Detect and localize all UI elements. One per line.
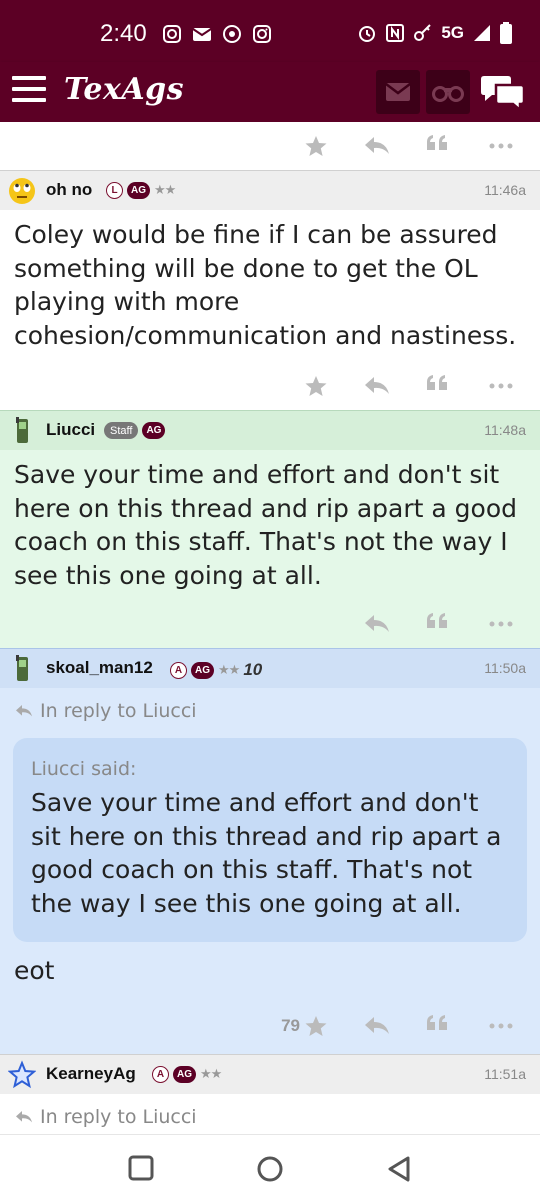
quote-icon[interactable] bbox=[426, 374, 448, 398]
rating-stars: ★★ bbox=[154, 183, 176, 198]
chrome-icon bbox=[223, 25, 241, 43]
quote-icon[interactable] bbox=[426, 134, 448, 158]
rating-stars: ★★ bbox=[200, 1067, 222, 1082]
site-logo[interactable]: TexAgs bbox=[64, 72, 184, 107]
thread-content: oh no L AG ★★ 11:46a Coley would be fine… bbox=[0, 122, 540, 1134]
signal-icon bbox=[474, 25, 490, 41]
network-label: 5G bbox=[441, 23, 464, 42]
status-time: 2:40 bbox=[100, 20, 147, 47]
phone-icon[interactable] bbox=[8, 654, 36, 684]
post-body: Save your time and effort and don't sit … bbox=[14, 460, 517, 590]
star-icon[interactable] bbox=[304, 1014, 328, 1038]
post-time: 11:51a bbox=[484, 1066, 526, 1082]
post-time: 11:46a bbox=[484, 182, 526, 198]
star-icon[interactable] bbox=[304, 134, 328, 158]
rating-stars: ★★ bbox=[218, 662, 240, 678]
post-actions bbox=[0, 362, 540, 410]
post-actions bbox=[0, 122, 540, 170]
instagram-icon bbox=[163, 25, 181, 43]
star-outline-icon[interactable] bbox=[8, 1060, 36, 1090]
recents-icon[interactable] bbox=[128, 1155, 154, 1181]
ag-badge: AG bbox=[127, 182, 150, 199]
home-icon[interactable] bbox=[256, 1155, 284, 1183]
quote-body: Save your time and effort and don't sit … bbox=[31, 788, 502, 918]
more-icon[interactable] bbox=[488, 374, 514, 398]
user-badges: Staff AG bbox=[104, 422, 166, 439]
reply-to-link[interactable]: In reply to Liucci bbox=[0, 688, 540, 722]
more-icon[interactable] bbox=[488, 134, 514, 158]
quote-icon[interactable] bbox=[426, 612, 448, 636]
reply-icon bbox=[16, 1111, 32, 1123]
post: KearneyAg A AG ★★ 11:51a In reply to Liu… bbox=[0, 1054, 540, 1128]
user-badges: A AG ★★ 10 bbox=[170, 660, 262, 680]
reply-to-label: In reply to Liucci bbox=[40, 700, 197, 722]
post-actions bbox=[0, 600, 540, 648]
post-actions: 79 bbox=[0, 998, 540, 1054]
reply-to-label: In reply to Liucci bbox=[40, 1106, 197, 1128]
reply-icon[interactable] bbox=[364, 612, 390, 636]
post: skoal_man12 A AG ★★ 10 11:50a In reply t… bbox=[0, 648, 540, 1054]
more-icon[interactable] bbox=[488, 612, 514, 636]
post-body: Coley would be fine if I can be assured … bbox=[14, 220, 517, 350]
more-icon[interactable] bbox=[488, 1014, 514, 1038]
star-icon[interactable] bbox=[304, 374, 328, 398]
notification-icons bbox=[162, 24, 272, 44]
watchlist-button[interactable] bbox=[426, 70, 470, 114]
post-header: oh no L AG ★★ 11:46a bbox=[0, 170, 540, 210]
post: Liucci Staff AG 11:48a Save your time an… bbox=[0, 410, 540, 648]
mail-icon bbox=[192, 28, 212, 41]
username[interactable]: skoal_man12 bbox=[46, 658, 153, 678]
username[interactable]: Liucci bbox=[46, 420, 95, 440]
chat-icon bbox=[481, 76, 526, 113]
chat-button[interactable] bbox=[480, 72, 526, 113]
ag-badge: AG bbox=[191, 661, 214, 679]
messages-button[interactable] bbox=[376, 70, 420, 114]
reply-icon[interactable] bbox=[364, 374, 390, 398]
username[interactable]: oh no bbox=[46, 180, 92, 200]
ten-year-badge: 10 bbox=[243, 660, 263, 679]
post-time: 11:50a bbox=[484, 660, 526, 676]
quote-block: Liucci said: Save your time and effort a… bbox=[13, 738, 527, 942]
post: oh no L AG ★★ 11:46a Coley would be fine… bbox=[0, 170, 540, 410]
phone-icon[interactable] bbox=[8, 416, 36, 446]
app-header: TexAgs bbox=[0, 62, 540, 122]
quote-icon[interactable] bbox=[426, 1014, 448, 1038]
l-badge: L bbox=[106, 182, 123, 199]
a-badge: A bbox=[152, 1066, 169, 1083]
reply-icon bbox=[16, 705, 32, 717]
a-badge: A bbox=[170, 661, 187, 679]
staff-badge: Staff bbox=[104, 422, 139, 439]
user-badges: L AG ★★ bbox=[106, 182, 176, 199]
binoculars-icon bbox=[432, 86, 464, 102]
nfc-icon bbox=[386, 24, 405, 42]
battery-icon bbox=[500, 22, 512, 44]
ag-badge: AG bbox=[142, 422, 166, 439]
key-icon bbox=[414, 24, 432, 41]
like-count: 79 bbox=[281, 1016, 300, 1035]
mail-icon bbox=[385, 83, 411, 101]
user-badges: A AG ★★ bbox=[152, 1066, 222, 1083]
menu-icon[interactable] bbox=[12, 76, 46, 106]
username[interactable]: KearneyAg bbox=[46, 1064, 136, 1084]
rolling-eyes-emoji[interactable] bbox=[8, 176, 36, 206]
ag-badge: AG bbox=[173, 1066, 196, 1083]
post-header: skoal_man12 A AG ★★ 10 11:50a bbox=[0, 648, 540, 688]
reply-icon[interactable] bbox=[364, 134, 390, 158]
post-header: KearneyAg A AG ★★ 11:51a bbox=[0, 1054, 540, 1094]
post-time: 11:48a bbox=[484, 422, 526, 438]
post-body: eot bbox=[14, 956, 55, 985]
quote-author: Liucci said: bbox=[31, 758, 137, 780]
alarm-icon bbox=[359, 26, 376, 42]
reply-icon[interactable] bbox=[364, 1014, 390, 1038]
reply-to-link[interactable]: In reply to Liucci bbox=[0, 1094, 540, 1128]
system-nav-bar bbox=[0, 1134, 540, 1200]
instagram-icon bbox=[253, 25, 271, 43]
status-bar: 2:40 5G bbox=[0, 0, 540, 62]
back-icon[interactable] bbox=[386, 1155, 412, 1183]
post-header: Liucci Staff AG 11:48a bbox=[0, 410, 540, 450]
